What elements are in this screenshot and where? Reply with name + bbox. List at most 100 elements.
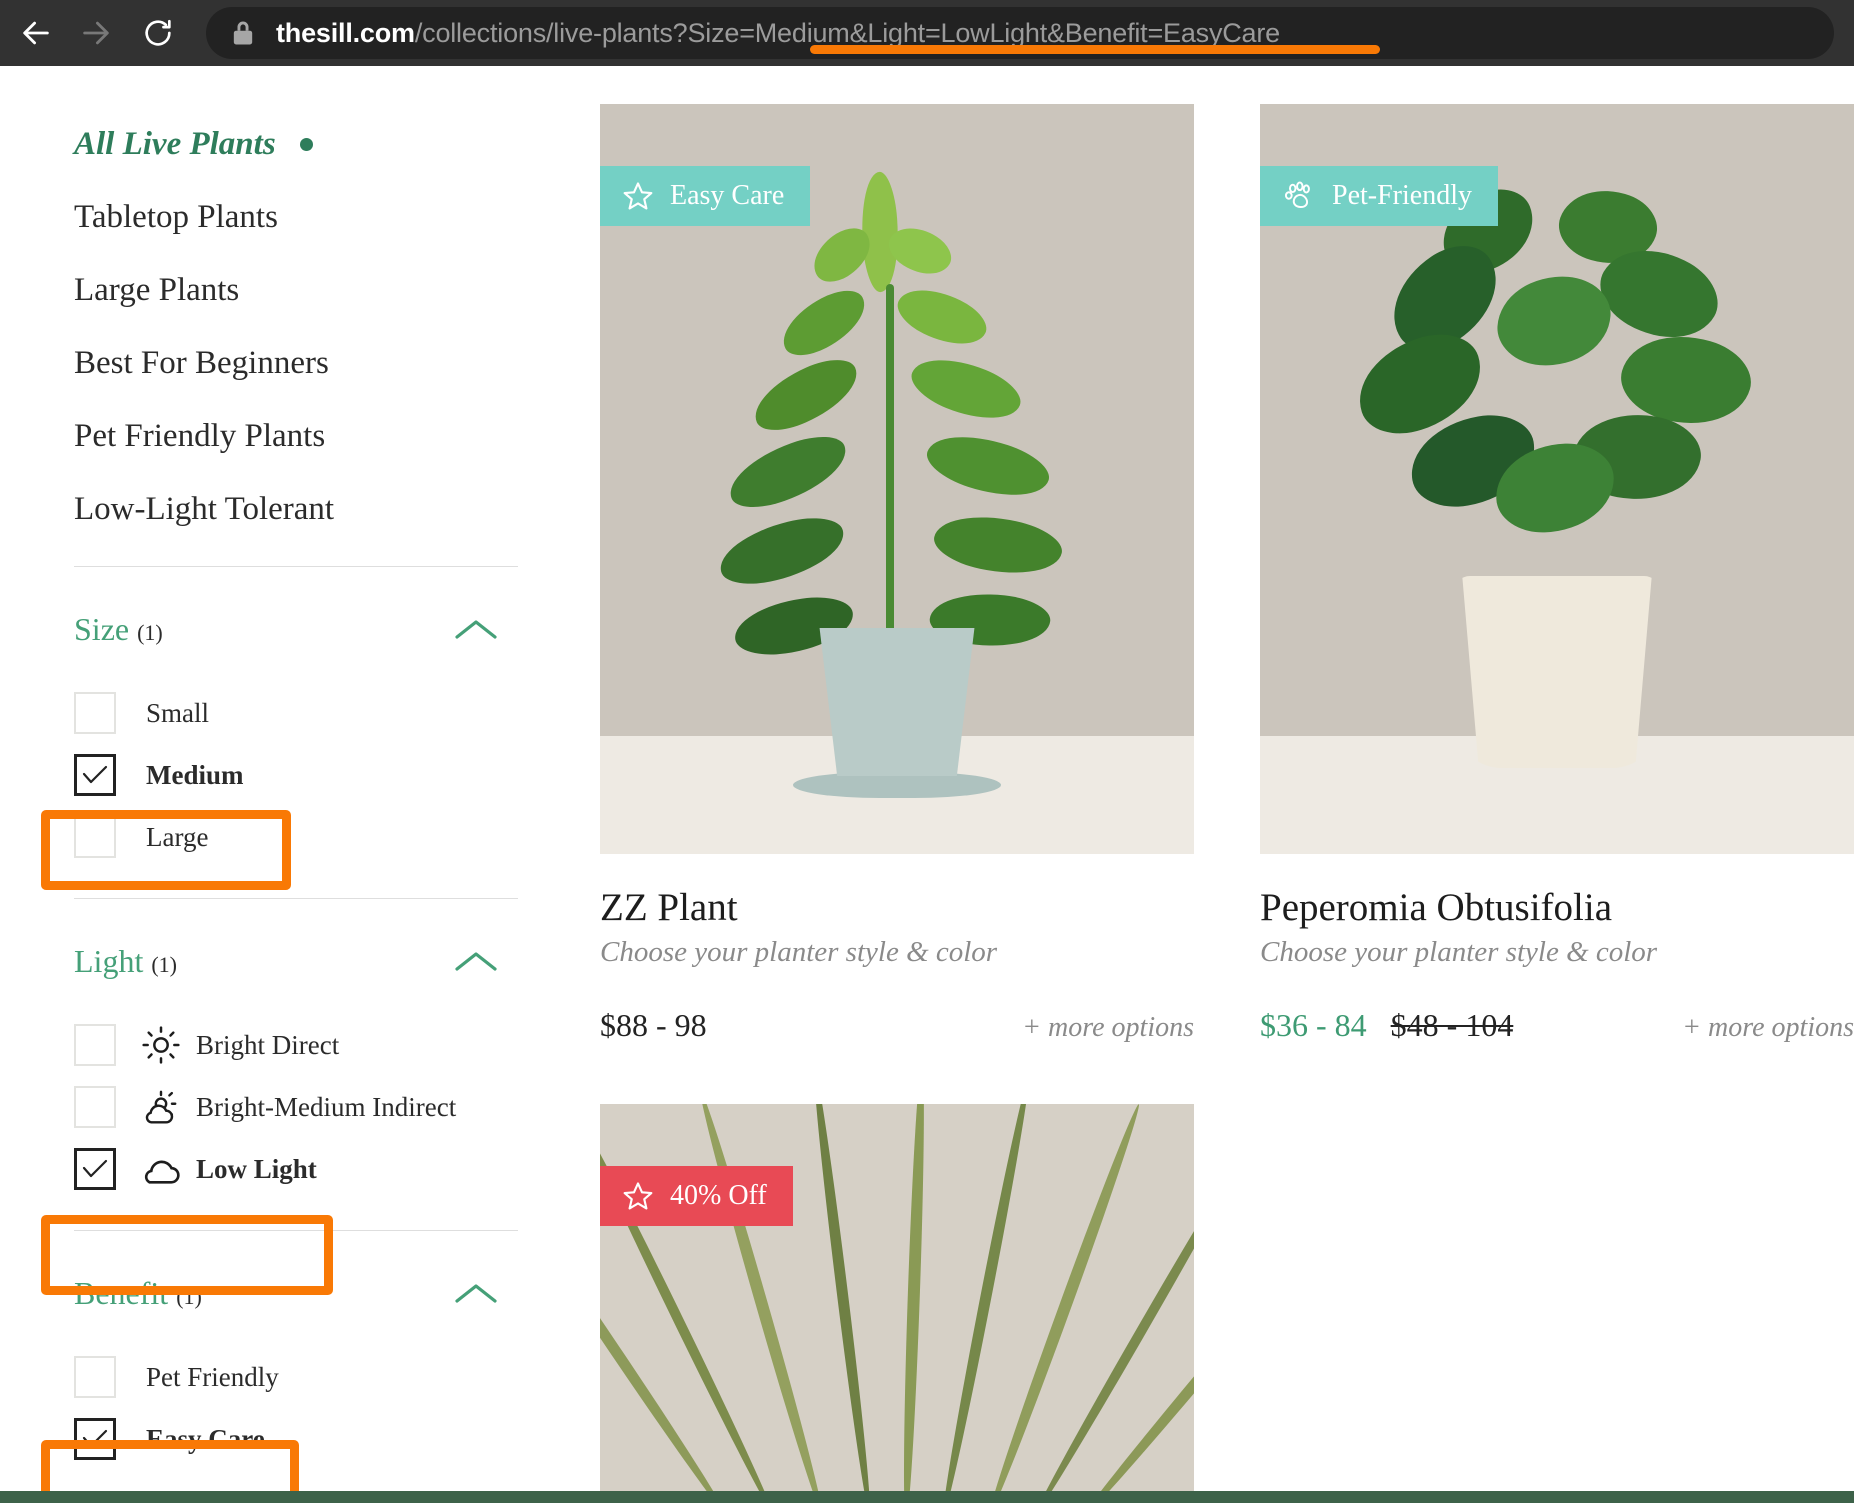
filter-option-bright-direct[interactable]: Bright Direct: [74, 1014, 518, 1076]
forward-arrow-icon: [79, 16, 113, 50]
filter-group-size: Size (1) Small Medium Large: [74, 613, 518, 868]
filter-group-light: Light (1) Bright Direct: [74, 945, 518, 1200]
browser-toolbar: thesill.com/collections/live-plants?Size…: [0, 0, 1854, 66]
divider: [74, 566, 518, 567]
active-indicator-dot: [300, 138, 313, 151]
product-price-original: $48 - 104: [1391, 1007, 1514, 1044]
filter-option-label: Bright-Medium Indirect: [196, 1092, 456, 1123]
filter-header-benefit[interactable]: Benefit (1): [74, 1277, 518, 1310]
page-content: All Live Plants Tabletop Plants Large Pl…: [0, 66, 1854, 1491]
filter-title-benefit: Benefit: [74, 1275, 168, 1311]
sidebar: All Live Plants Tabletop Plants Large Pl…: [74, 66, 518, 1470]
checkbox-pet-friendly[interactable]: [74, 1356, 116, 1398]
checkbox-bright-direct[interactable]: [74, 1024, 116, 1066]
filter-option-label: Large: [146, 822, 208, 853]
product-image[interactable]: 40% Off: [600, 1104, 1194, 1491]
product-image[interactable]: Pet-Friendly: [1260, 104, 1854, 854]
page-footer-strip: [0, 1491, 1854, 1503]
sidebar-item-all-live-plants[interactable]: All Live Plants: [74, 128, 518, 161]
address-bar[interactable]: thesill.com/collections/live-plants?Size…: [206, 7, 1834, 59]
more-options-link[interactable]: + more options: [1682, 1012, 1854, 1044]
product-badge: Pet-Friendly: [1260, 166, 1498, 226]
back-button[interactable]: [10, 7, 62, 59]
filter-option-small[interactable]: Small: [74, 682, 518, 744]
filter-option-medium[interactable]: Medium: [74, 744, 518, 806]
category-nav: All Live Plants Tabletop Plants Large Pl…: [74, 128, 518, 526]
sidebar-item-label: All Live Plants: [74, 128, 276, 161]
filter-option-bright-medium-indirect[interactable]: Bright-Medium Indirect: [74, 1076, 518, 1138]
product-grid: Easy Care ZZ Plant Choose your planter s…: [600, 104, 1854, 1491]
product-price-sale: $36 - 84: [1260, 1007, 1367, 1044]
product-card[interactable]: Pet-Friendly Peperomia Obtusifolia Choos…: [1260, 104, 1854, 1044]
filter-option-label: Small: [146, 698, 209, 729]
star-icon: [622, 180, 670, 212]
filter-title-light: Light: [74, 943, 143, 979]
back-arrow-icon: [19, 16, 53, 50]
chevron-up-icon[interactable]: [454, 1281, 498, 1307]
sidebar-item-low-light-tolerant[interactable]: Low-Light Tolerant: [74, 493, 518, 526]
divider: [74, 1230, 518, 1231]
product-card-placeholder: [1260, 1104, 1854, 1491]
product-title[interactable]: ZZ Plant: [600, 886, 1194, 930]
product-price: $88 - 98: [600, 1007, 707, 1044]
product-badge: 40% Off: [600, 1166, 793, 1226]
reload-icon: [142, 17, 174, 49]
product-image[interactable]: Easy Care: [600, 104, 1194, 854]
lock-icon: [232, 20, 254, 46]
reload-button[interactable]: [132, 7, 184, 59]
filter-option-large[interactable]: Large: [74, 806, 518, 868]
product-badge: Easy Care: [600, 166, 810, 226]
chevron-up-icon[interactable]: [454, 617, 498, 643]
forward-button[interactable]: [70, 7, 122, 59]
plant-illustration: [600, 1104, 1194, 1491]
filter-group-benefit: Benefit (1) Pet Friendly Easy Care: [74, 1277, 518, 1470]
url-path: /collections/live-plants?Size=Medium&Lig…: [415, 18, 1280, 48]
chevron-up-icon[interactable]: [454, 949, 498, 975]
product-subtitle: Choose your planter style & color: [1260, 936, 1854, 969]
product-footer: $36 - 84 $48 - 104 + more options: [1260, 1007, 1854, 1044]
product-card[interactable]: Easy Care ZZ Plant Choose your planter s…: [600, 104, 1194, 1044]
filter-header-light[interactable]: Light (1): [74, 945, 518, 978]
sun-icon: [138, 1025, 184, 1065]
sidebar-item-large-plants[interactable]: Large Plants: [74, 274, 518, 307]
filter-option-label: Bright Direct: [196, 1030, 339, 1061]
paw-icon: [1282, 180, 1332, 212]
filter-option-label: Low Light: [196, 1154, 317, 1185]
product-row: Easy Care ZZ Plant Choose your planter s…: [600, 104, 1854, 1044]
checkbox-small[interactable]: [74, 692, 116, 734]
url-domain: thesill.com: [276, 18, 415, 48]
filter-header-size[interactable]: Size (1): [74, 613, 518, 646]
filter-option-pet-friendly[interactable]: Pet Friendly: [74, 1346, 518, 1408]
checkbox-medium[interactable]: [74, 754, 116, 796]
filter-count-light: (1): [151, 952, 177, 977]
product-card[interactable]: 40% Off: [600, 1104, 1194, 1491]
cloud-icon: [138, 1151, 184, 1187]
sidebar-item-tabletop-plants[interactable]: Tabletop Plants: [74, 201, 518, 234]
product-row: 40% Off: [600, 1104, 1854, 1491]
filter-option-label: Medium: [146, 760, 244, 791]
more-options-link[interactable]: + more options: [1022, 1012, 1194, 1044]
filter-count-benefit: (1): [176, 1284, 202, 1309]
filter-count-size: (1): [137, 620, 163, 645]
star-icon: [622, 1180, 670, 1212]
filter-option-easy-care[interactable]: Easy Care: [74, 1408, 518, 1470]
product-badge-label: 40% Off: [670, 1180, 767, 1212]
sidebar-item-pet-friendly-plants[interactable]: Pet Friendly Plants: [74, 420, 518, 453]
sidebar-item-best-for-beginners[interactable]: Best For Beginners: [74, 347, 518, 380]
filter-option-label: Pet Friendly: [146, 1362, 279, 1393]
product-subtitle: Choose your planter style & color: [600, 936, 1194, 969]
product-badge-label: Easy Care: [670, 180, 784, 212]
checkbox-low-light[interactable]: [74, 1148, 116, 1190]
filter-option-label: Easy Care: [146, 1424, 265, 1455]
checkbox-large[interactable]: [74, 816, 116, 858]
checkbox-bright-medium-indirect[interactable]: [74, 1086, 116, 1128]
product-badge-label: Pet-Friendly: [1332, 180, 1472, 212]
filter-option-low-light[interactable]: Low Light: [74, 1138, 518, 1200]
divider: [74, 898, 518, 899]
filter-title-size: Size: [74, 611, 129, 647]
product-footer: $88 - 98 + more options: [600, 1007, 1194, 1044]
checkbox-easy-care[interactable]: [74, 1418, 116, 1460]
product-title[interactable]: Peperomia Obtusifolia: [1260, 886, 1854, 930]
url-query-highlight: [810, 45, 1380, 54]
sun-behind-cloud-icon: [138, 1087, 184, 1127]
